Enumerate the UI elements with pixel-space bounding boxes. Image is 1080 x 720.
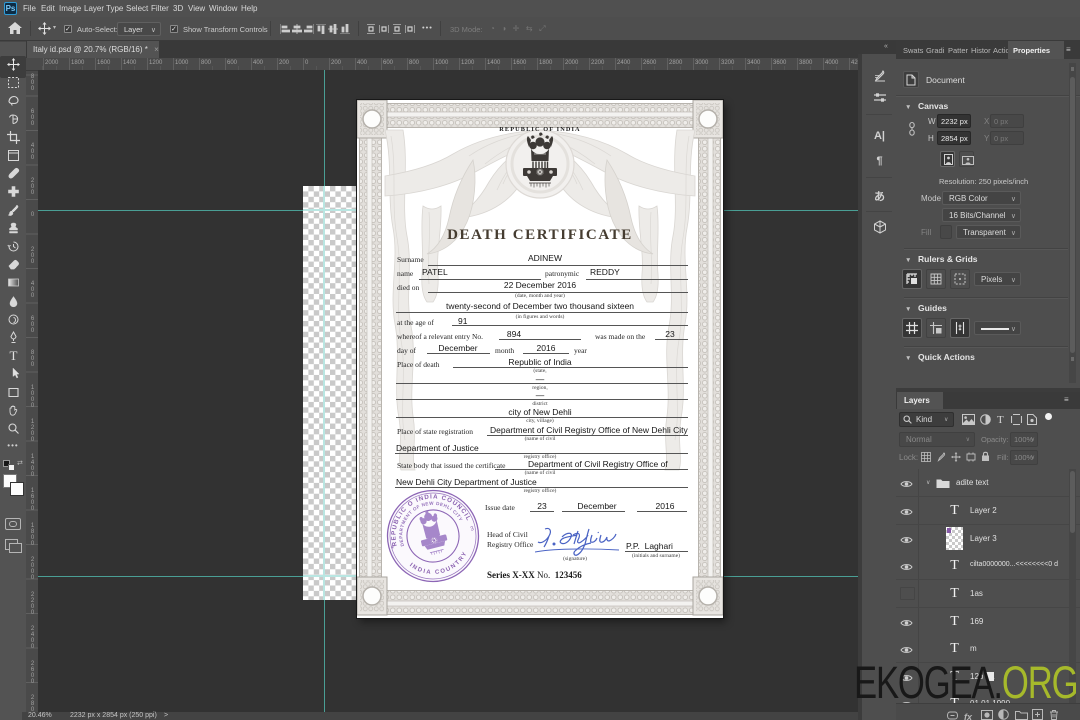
svg-text:T: T [9,349,17,362]
